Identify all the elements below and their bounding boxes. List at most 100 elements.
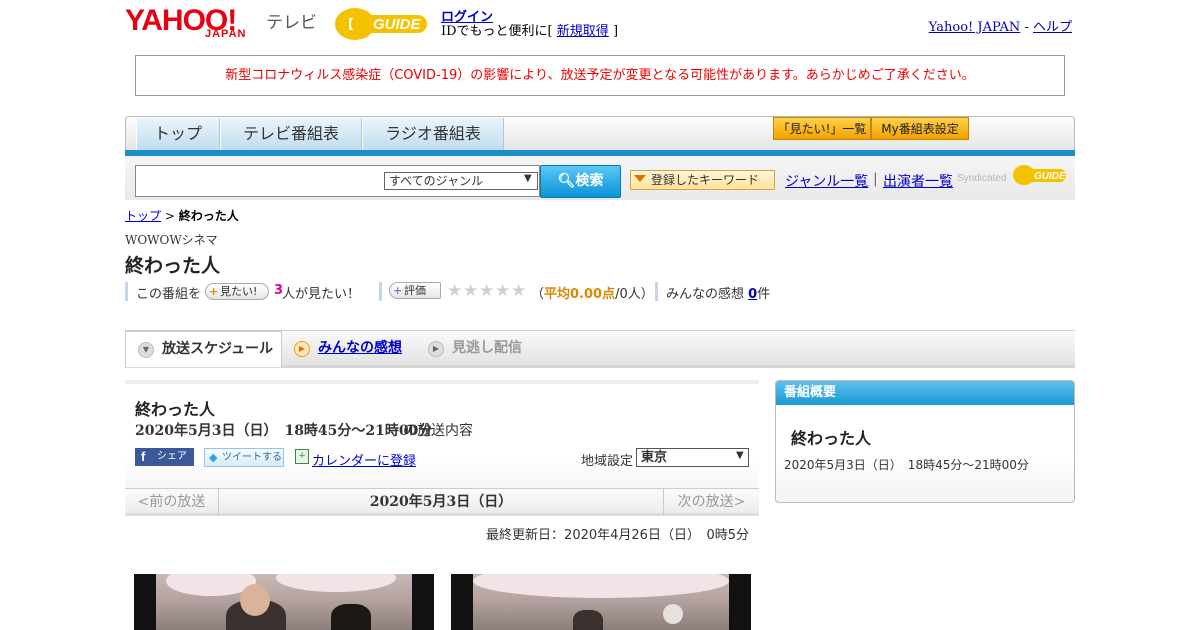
facebook-share-button[interactable]: f シェア [135,448,194,466]
mitai-pill-label: 見たい! [220,285,258,298]
rating-summary: （平均0.00点/0人） [531,283,654,302]
breadcrumb-sep: > [164,209,175,223]
share-label: シェア [157,451,187,462]
syndicated-gguide-logo: GUIDE [1013,165,1066,185]
still-scene [156,574,412,630]
schedule-date-suffix: の放送内容 [403,423,473,439]
breadcrumb-top-link[interactable]: トップ [125,209,161,223]
watch-prefix: この番組を [136,287,202,302]
gguide-logo-text: GUIDE [373,16,422,33]
rating-star-icon: ★ [495,281,511,301]
breadcrumb-current: 終わった人 [178,209,239,223]
mitai-button[interactable]: + 見たい! [205,283,269,300]
divider [125,282,128,301]
rate-button[interactable]: + 評価 [389,282,441,299]
region-select[interactable]: 東京 [636,448,749,467]
program-title: 終わった人 [125,255,221,277]
signup-link[interactable]: 新規取得 [557,24,609,39]
schedule-datetime: 2020年5月3日（日） 18時45分～21時00分 [135,423,433,439]
current-broadcast-date: 2020年5月3日（日） [369,494,513,510]
nav-tab-radio-schedule[interactable]: ラジオ番組表 [362,118,504,151]
person [573,610,603,630]
tab-impressions[interactable]: ▶ みんなの感想 [282,331,416,367]
tweet-label: ツイートする [222,452,282,463]
mitai-list-button[interactable]: 「見たい!」一覧 [773,117,871,140]
blossom [276,574,396,592]
rating-star-icon: ★ [511,281,527,301]
region-label: 地域設定 [581,454,634,469]
summary-title: 終わった人 [791,429,872,448]
face [240,584,270,616]
face [663,604,683,624]
yahoo-japan-link[interactable]: Yahoo! JAPAN [929,20,1021,35]
gguide-logo[interactable]: GUIDE [333,6,431,42]
last-updated: 最終更新日：2020年4月26日（日） 0時5分 [486,528,749,543]
divider [379,282,382,301]
play-icon: ▶ [428,341,444,357]
dropdown-arrow-icon: ▼ [736,450,744,461]
program-still-image [134,574,434,630]
rating-open: （ [531,287,545,302]
breadcrumb: トップ > 終わった人 [125,207,239,224]
link-separator: | [873,171,878,187]
covid-notice: 新型コロナウィルス感染症（COVID-19）の影響により、放送予定が変更となる可… [135,55,1065,96]
channel-name: WOWOWシネマ [125,233,218,247]
help-link[interactable]: ヘルプ [1033,20,1072,35]
calendar-icon: + [295,449,309,464]
login-sub-suffix: ] [612,24,619,39]
twitter-bird-icon: ◆ [209,451,218,464]
person [331,604,371,630]
program-subtabs: ▼ 放送スケジュール ▶ みんなの感想 ▶ 見逃し配信 [125,330,1075,368]
dropdown-triangle-icon [634,175,646,182]
header-link-sep: - [1024,20,1029,35]
registered-keyword-button[interactable]: 登録したキーワード [630,170,775,190]
schedule-title: 終わった人 [135,400,216,419]
impressions: みんなの感想 0件 [666,283,770,302]
still-scene [473,574,729,630]
next-broadcast-button[interactable]: 次の放送> [663,489,759,515]
nav-tab-tv-schedule[interactable]: テレビ番組表 [220,118,362,151]
genre-list-link[interactable]: ジャンル一覧 [785,171,868,191]
search-icon: 🔍︎ [557,173,576,189]
blossom [473,574,729,598]
rating-rest: /0人） [615,287,654,302]
tab-label[interactable]: みんなの感想 [318,340,402,356]
tab-broadcast-schedule[interactable]: ▼ 放送スケジュール [125,331,282,367]
plus-icon: + [393,284,403,297]
chevron-down-icon: ▼ [138,342,154,358]
calendar-register-link[interactable]: カレンダーに登録 [312,450,416,469]
search-button[interactable]: 🔍︎検索 [540,165,621,198]
tab-catchup[interactable]: ▶ 見逃し配信 [416,331,556,367]
rating-star-icon: ★ [463,281,479,301]
cast-list-link[interactable]: 出演者一覧 [883,171,953,191]
tweet-button[interactable]: ◆ ツイートする [204,448,284,467]
rating-average: 平均0.00点 [544,287,616,302]
plus-icon: + [209,285,219,298]
tab-label: 見逃し配信 [452,340,522,356]
yahoo-japan-logo-sub: JAPAN [205,28,247,40]
genre-select[interactable]: すべてのジャンル [384,172,538,190]
divider [655,282,658,301]
date-navigation: <前の放送 2020年5月3日（日） 次の放送> [125,488,759,516]
syndicated-label: Syndicated [957,173,1007,184]
prev-broadcast-button[interactable]: <前の放送 [125,489,219,515]
impressions-unit: 件 [757,287,771,302]
impressions-label: みんなの感想 [666,287,745,302]
nav-tab-top[interactable]: トップ [136,118,220,151]
my-schedule-settings-button[interactable]: My番組表設定 [871,117,969,140]
play-icon: ▶ [294,341,310,357]
rating-star-icon: ★ [447,281,463,301]
search-button-label: 検索 [575,173,604,189]
summary-header: 番組概要 [776,381,1074,405]
login-subtext: IDでもっと便利に[ 新規取得 ] [441,20,618,39]
header-links: Yahoo! JAPAN - ヘルプ [929,16,1072,35]
rating-star-icon: ★ [479,281,495,301]
dropdown-arrow-icon: ▼ [524,173,532,184]
login-sub-prefix: IDでもっと便利に[ [441,24,553,39]
impressions-count-link[interactable]: 0 [748,287,757,302]
tv-service-label[interactable]: テレビ [266,8,317,33]
facebook-icon: f [141,449,146,464]
syndicated-gguide-text: GUIDE [1034,171,1066,182]
main-nav: トップ テレビ番組表 ラジオ番組表 「見たい!」一覧 My番組表設定 [125,116,1075,152]
watch-suffix: 人が見たい！ [282,287,361,302]
